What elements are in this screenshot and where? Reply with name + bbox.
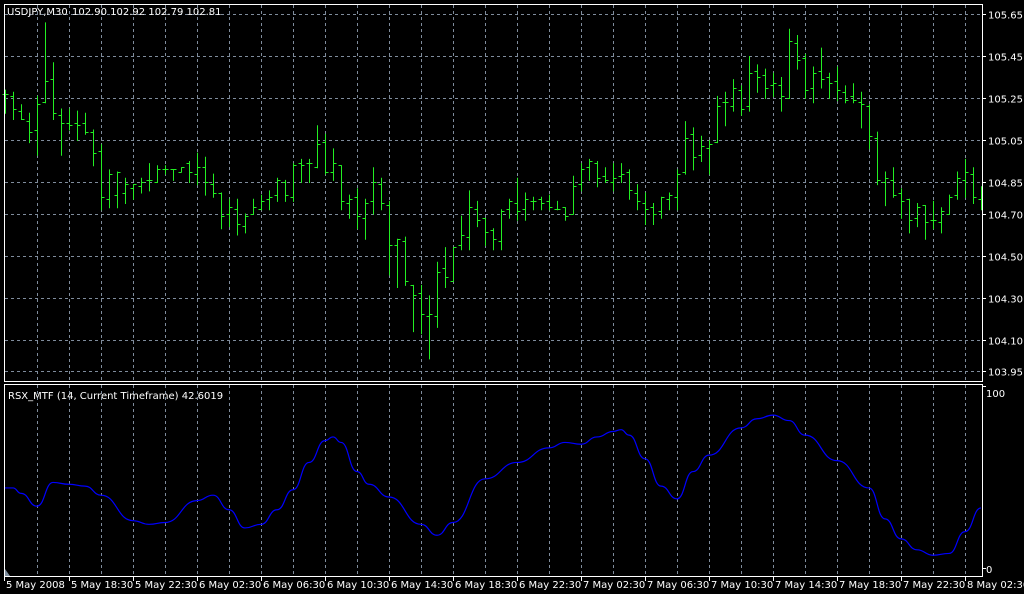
price-axis-label: 103.95 bbox=[988, 368, 1023, 379]
time-axis-label: 6 May 22:30 bbox=[519, 580, 581, 591]
chart-background bbox=[0, 0, 1024, 594]
time-axis-label: 5 May 22:30 bbox=[135, 580, 197, 591]
price-axis-label: 104.70 bbox=[988, 211, 1023, 222]
time-axis-label: 7 May 10:30 bbox=[711, 580, 773, 591]
price-axis-label: 104.10 bbox=[988, 337, 1023, 348]
time-axis-label: 5 May 2008 bbox=[6, 580, 65, 591]
time-axis-label: 7 May 06:30 bbox=[647, 580, 709, 591]
price-axis-label: 104.30 bbox=[988, 295, 1023, 306]
indicator-axis-max: 100 bbox=[986, 389, 1005, 400]
ohlc-readout: 102.90 102.92 102.79 102.81 bbox=[72, 7, 222, 18]
time-axis-label: 6 May 02:30 bbox=[199, 580, 261, 591]
time-axis-label: 7 May 02:30 bbox=[583, 580, 645, 591]
time-axis-label: 7 May 22:30 bbox=[903, 580, 965, 591]
price-axis-label: 104.85 bbox=[988, 179, 1023, 190]
trading-chart[interactable]: 105.65 105.45 105.25 105.05 104.85 104.70 104.… bbox=[0, 0, 1024, 594]
time-axis-label: 5 May 18:30 bbox=[71, 580, 133, 591]
price-axis-label: 105.25 bbox=[988, 95, 1023, 106]
time-axis-label: 6 May 10:30 bbox=[327, 580, 389, 591]
price-axis-label: 105.65 bbox=[988, 11, 1023, 22]
time-axis-label: 6 May 18:30 bbox=[455, 580, 517, 591]
time-axis[interactable]: 5 May 2008 5 May 18:30 5 May 22:30 6 May 02… bbox=[4, 577, 1024, 591]
time-axis-label: 6 May 14:30 bbox=[391, 580, 453, 591]
time-axis-label: 7 May 18:30 bbox=[839, 580, 901, 591]
price-axis-label: 105.05 bbox=[988, 137, 1023, 148]
symbol-label: USDJPY,M30 bbox=[7, 7, 68, 18]
price-axis-label: 104.50 bbox=[988, 253, 1023, 264]
time-axis-label: 7 May 14:30 bbox=[775, 580, 837, 591]
indicator-title: RSX_MTF (14, Current Timeframe) 42.6019 bbox=[8, 391, 223, 402]
price-axis-label: 105.45 bbox=[988, 53, 1023, 64]
time-axis-label: 6 May 06:30 bbox=[263, 580, 325, 591]
time-axis-label: 8 May 02:30 bbox=[967, 580, 1024, 591]
indicator-axis-min: 0 bbox=[986, 565, 992, 576]
